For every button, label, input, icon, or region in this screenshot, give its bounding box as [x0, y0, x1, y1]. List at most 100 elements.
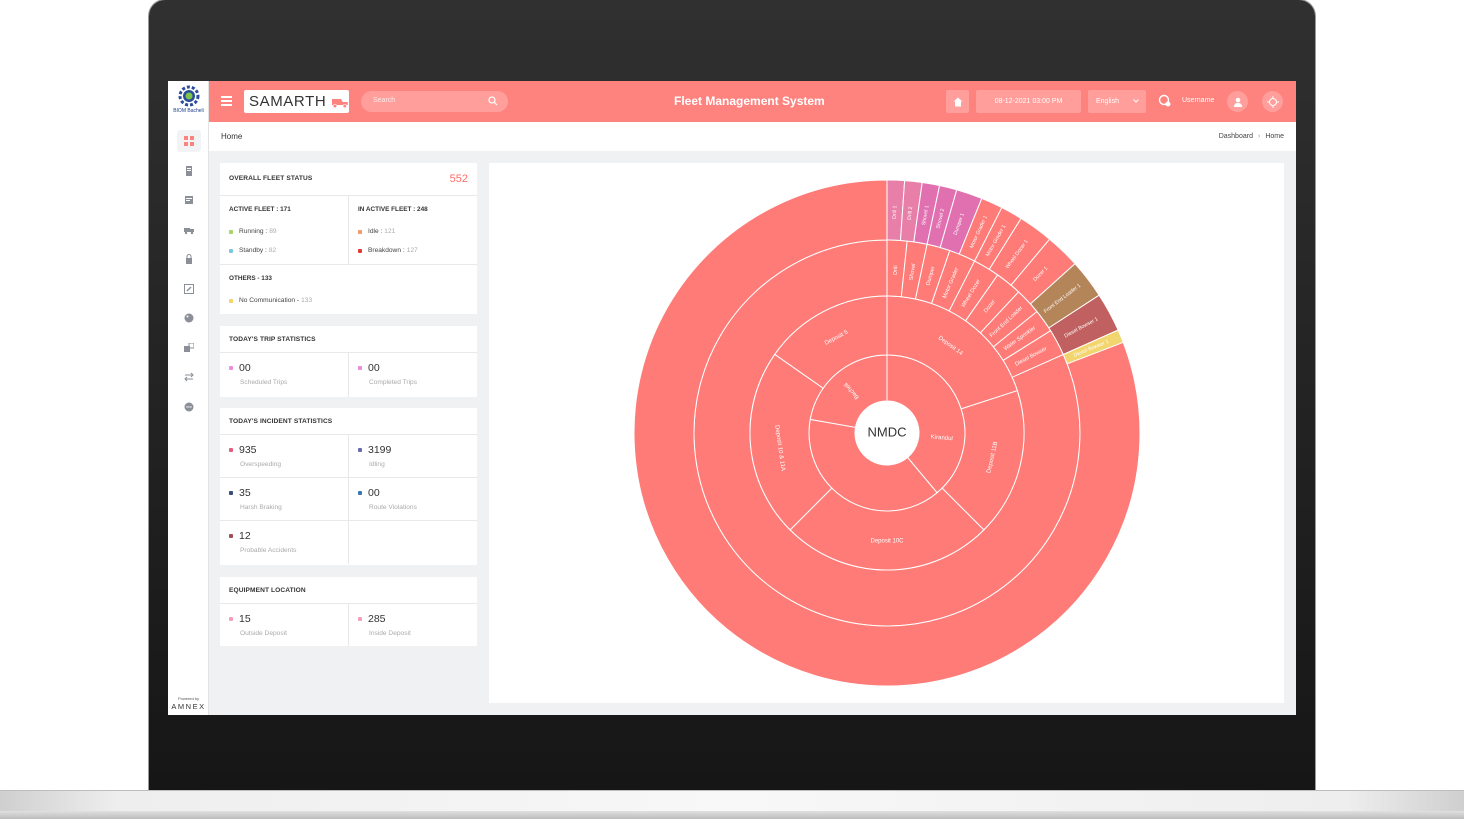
- completed-trips-cell: 00 Completed Trips: [348, 353, 477, 397]
- inside-deposit-value: 285: [358, 613, 386, 625]
- user-icon: [1233, 97, 1242, 107]
- empty-cell: [348, 521, 477, 564]
- datetime-display[interactable]: 08-12-2021 03:00 PM: [976, 90, 1081, 113]
- trip-stats-row: 00 Scheduled Trips 00 Completed Trips: [220, 353, 477, 397]
- avatar[interactable]: [1227, 91, 1248, 112]
- gear-logo-icon: [178, 85, 199, 107]
- powered-by-brand: AMNEX: [171, 702, 206, 711]
- chat-icon[interactable]: [177, 396, 201, 418]
- breakdown-label: Breakdown :: [368, 247, 405, 254]
- inside-deposit-label: Inside Deposit: [369, 630, 411, 637]
- inactive-fleet-cell: IN ACTIVE FLEET : 248 Idle : 121 Breakdo…: [348, 196, 477, 264]
- harsh-braking-label: Harsh Braking: [240, 504, 282, 511]
- standby-dot: [229, 248, 233, 253]
- completed-trips-label: Completed Trips: [369, 379, 418, 386]
- username-label[interactable]: Username: [1182, 97, 1214, 104]
- app-screen: BIOM Bacheli Powered by AMNEX SAMARTH Se…: [168, 81, 1296, 715]
- scheduled-trips-cell: 00 Scheduled Trips: [220, 353, 348, 397]
- sunburst-center-label: NMDC: [868, 424, 907, 439]
- idle-legend: Idle : 121: [358, 228, 395, 235]
- route-violations-label: Route Violations: [369, 504, 417, 511]
- search-icon[interactable]: [488, 96, 498, 106]
- idle-dot: [358, 229, 362, 234]
- brand-logo[interactable]: SAMARTH: [244, 90, 349, 113]
- nocomm-legend: No Communication - 133: [229, 297, 312, 304]
- probable-accidents-cell: 12 Probable Accidents: [220, 521, 348, 564]
- sunburst-chart[interactable]: BacheliKirandulDeposit 5 Deposit 14Deposi…: [489, 163, 1284, 703]
- running-label: Running :: [239, 228, 268, 235]
- idling-cell: 3199 Idling: [348, 435, 477, 477]
- incident-row-2: 35 Harsh Braking 00 Route Violations: [220, 478, 477, 521]
- fleet-status-row: ACTIVE FLEET : 171 Running : 89 Standby …: [220, 196, 477, 265]
- nocomm-dot: [229, 298, 233, 303]
- running-dot: [229, 229, 233, 234]
- outside-deposit-cell: 15 Outside Deposit: [220, 604, 348, 646]
- outside-deposit-label: Outside Deposit: [240, 630, 287, 637]
- others-row: OTHERS - 133 No Communication - 133: [220, 265, 477, 314]
- overspeeding-label: Overspeeding: [240, 461, 282, 468]
- overspeeding-cell: 935 Overspeeding: [220, 435, 348, 477]
- top-header: SAMARTH Search Fleet Management System 0…: [209, 81, 1296, 122]
- support-icon[interactable]: [1158, 94, 1172, 108]
- fleet-status-title: OVERALL FLEET STATUS: [229, 175, 313, 182]
- others-title: OTHERS - 133: [229, 275, 272, 282]
- nocomm-value: 133: [301, 297, 313, 304]
- ring2-label-deposit-10c: Deposit 10C: [870, 539, 904, 545]
- swap-icon[interactable]: [177, 366, 201, 388]
- breadcrumb-bar: Home Dashboard › Home: [209, 122, 1296, 151]
- ring3-label-drill: Drill: [893, 265, 899, 275]
- idling-value: 3199: [358, 444, 391, 456]
- locate-button[interactable]: [1262, 91, 1283, 112]
- powered-by-label: Powered by: [177, 696, 200, 701]
- fleet-status-card: OVERALL FLEET STATUS 552 ACTIVE FLEET : …: [220, 163, 477, 314]
- probable-accidents-value: 12: [229, 530, 251, 542]
- language-select[interactable]: English: [1088, 90, 1146, 113]
- running-legend: Running : 89: [229, 228, 277, 235]
- incident-stats-header: TODAY'S INCIDENT STATISTICS: [220, 408, 477, 435]
- idle-label: Idle :: [368, 228, 383, 235]
- breakdown-value: 127: [406, 247, 418, 254]
- documents-icon[interactable]: [177, 160, 201, 182]
- breakdown-legend: Breakdown : 127: [358, 247, 418, 254]
- page-title: Home: [221, 132, 243, 141]
- nocomm-label: No Communication -: [239, 297, 300, 304]
- equipment-location-title: EQUIPMENT LOCATION: [229, 587, 306, 594]
- app-logo[interactable]: BIOM Bacheli: [170, 85, 207, 121]
- menu-toggle-icon[interactable]: [221, 96, 232, 106]
- standby-label: Standby :: [239, 247, 267, 254]
- home-button[interactable]: [946, 90, 969, 113]
- sidebar-nav: [168, 130, 209, 425]
- brand-name: SAMARTH: [249, 93, 327, 110]
- laptop-base: [0, 790, 1464, 819]
- dashboard-icon[interactable]: [176, 130, 201, 152]
- equipment-location-row: 15 Outside Deposit 285 Inside Deposit: [220, 604, 477, 646]
- chevron-down-icon: [1133, 99, 1139, 103]
- active-fleet-cell: ACTIVE FLEET : 171 Running : 89 Standby …: [220, 196, 348, 264]
- transfer-icon[interactable]: [177, 337, 201, 359]
- breakdown-dot: [358, 248, 362, 253]
- trip-stats-header: TODAY'S TRIP STATISTICS: [220, 326, 477, 353]
- harsh-braking-cell: 35 Harsh Braking: [220, 478, 348, 520]
- route-violations-cell: 00 Route Violations: [348, 478, 477, 520]
- outside-deposit-value: 15: [229, 613, 251, 625]
- edit-icon[interactable]: [177, 278, 201, 300]
- search-input[interactable]: Search: [373, 97, 395, 104]
- harsh-braking-value: 35: [229, 487, 251, 499]
- search-box[interactable]: Search: [361, 91, 508, 112]
- running-value: 89: [269, 228, 277, 235]
- breadcrumb: Dashboard › Home: [1219, 133, 1284, 140]
- palette-icon[interactable]: [177, 307, 201, 329]
- fleet-status-header: OVERALL FLEET STATUS 552: [220, 163, 477, 196]
- truck-icon[interactable]: [177, 219, 201, 241]
- active-fleet-title: ACTIVE FLEET : 171: [229, 206, 291, 213]
- lock-icon[interactable]: [177, 248, 201, 270]
- inside-deposit-cell: 285 Inside Deposit: [348, 604, 477, 646]
- idle-value: 121: [384, 228, 396, 235]
- inactive-fleet-title: IN ACTIVE FLEET : 248: [358, 206, 428, 213]
- incident-stats-title: TODAY'S INCIDENT STATISTICS: [229, 418, 333, 425]
- reports-icon[interactable]: [177, 189, 201, 211]
- others-cell: OTHERS - 133 No Communication - 133: [220, 265, 477, 314]
- scheduled-trips-value: 00: [229, 362, 251, 374]
- standby-legend: Standby : 82: [229, 247, 276, 254]
- breadcrumb-dashboard-link[interactable]: Dashboard: [1219, 133, 1253, 140]
